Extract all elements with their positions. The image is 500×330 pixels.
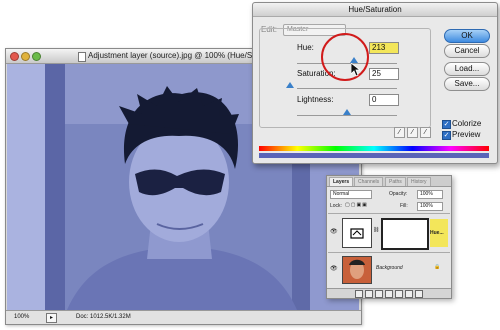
tab-history[interactable]: History bbox=[407, 177, 431, 186]
document-title: Adjustment layer (source).jpg @ 100% (Hu… bbox=[88, 51, 279, 60]
layer-row[interactable]: 👁 Background 🔒 bbox=[328, 252, 450, 287]
lightness-slider-track[interactable] bbox=[297, 115, 397, 116]
new-adjustment-icon[interactable] bbox=[395, 290, 403, 298]
layer-mask-thumbnail[interactable] bbox=[381, 218, 429, 250]
layer-row[interactable]: 👁 ⛓ Hue... bbox=[328, 213, 450, 252]
lock-label: Lock: bbox=[330, 203, 342, 209]
zoom-level[interactable]: 100% bbox=[14, 314, 29, 320]
fill-input[interactable]: 100% bbox=[417, 202, 443, 211]
minimize-window-icon[interactable] bbox=[21, 52, 30, 61]
mouse-cursor-icon bbox=[351, 63, 361, 77]
tab-channels[interactable]: Channels bbox=[354, 177, 384, 186]
save-button[interactable]: Save... bbox=[444, 77, 490, 91]
dialog-title[interactable]: Hue/Saturation bbox=[253, 3, 497, 17]
opacity-input[interactable]: 100% bbox=[417, 190, 443, 199]
saturation-slider-knob[interactable] bbox=[286, 82, 294, 88]
document-icon bbox=[78, 52, 86, 62]
eyedropper-icon[interactable]: ⁄ bbox=[394, 127, 405, 138]
layer-name[interactable]: Background bbox=[376, 265, 403, 271]
lightness-label: Lightness: bbox=[297, 95, 334, 104]
highlight-circle bbox=[321, 33, 369, 81]
palette-tabs: Layers Channels Paths History bbox=[327, 176, 451, 187]
new-layer-icon[interactable] bbox=[405, 290, 413, 298]
colorize-label: Colorize bbox=[452, 119, 482, 128]
lock-icon: 🔒 bbox=[434, 264, 441, 270]
lightness-input[interactable]: 0 bbox=[369, 94, 399, 106]
preview-label: Preview bbox=[452, 130, 481, 139]
window-controls bbox=[10, 52, 43, 63]
close-window-icon[interactable] bbox=[10, 52, 19, 61]
hue-input[interactable]: 213 bbox=[369, 42, 399, 54]
opacity-label: Opacity: bbox=[389, 191, 408, 197]
doc-size[interactable]: Doc: 1012.5K/1.32M bbox=[76, 314, 131, 320]
eyedropper-minus-icon[interactable]: ⁄ bbox=[420, 127, 431, 138]
hue-saturation-dialog: Hue/Saturation Edit: Master Hue: 213 Sat… bbox=[252, 2, 498, 164]
hue-label: Hue: bbox=[297, 43, 314, 52]
palette-toolbar bbox=[327, 288, 451, 298]
trash-icon[interactable] bbox=[415, 290, 423, 298]
add-mask-icon[interactable] bbox=[375, 290, 383, 298]
status-icon[interactable]: ▸ bbox=[46, 313, 57, 323]
status-bar: 100% ▸ Doc: 1012.5K/1.32M bbox=[6, 310, 361, 324]
ok-button[interactable]: OK bbox=[444, 29, 490, 43]
eye-icon[interactable]: 👁 bbox=[330, 265, 338, 272]
saturation-input[interactable]: 25 bbox=[369, 68, 399, 80]
tab-paths[interactable]: Paths bbox=[385, 177, 406, 186]
load-button[interactable]: Load... bbox=[444, 62, 490, 76]
fill-label: Fill: bbox=[400, 203, 408, 209]
result-spectrum-bar bbox=[259, 153, 489, 158]
zoom-window-icon[interactable] bbox=[32, 52, 41, 61]
adjustment-icon bbox=[342, 218, 372, 248]
new-group-icon[interactable] bbox=[385, 290, 393, 298]
saturation-slider-track[interactable] bbox=[297, 88, 397, 89]
layer-style-icon[interactable] bbox=[365, 290, 373, 298]
hue-spectrum-bar bbox=[259, 146, 489, 151]
link-layers-icon[interactable] bbox=[355, 290, 363, 298]
layer-name[interactable]: Hue... bbox=[430, 219, 448, 247]
preview-checkbox[interactable]: ✓ bbox=[442, 131, 451, 140]
tab-layers[interactable]: Layers bbox=[329, 177, 354, 186]
layers-palette: Layers Channels Paths History Normal Opa… bbox=[326, 175, 452, 299]
blend-mode-select[interactable]: Normal bbox=[330, 190, 372, 199]
layer-thumbnail bbox=[342, 256, 372, 284]
link-icon[interactable]: ⛓ bbox=[373, 227, 379, 233]
eyedropper-plus-icon[interactable]: ⁄ bbox=[407, 127, 418, 138]
lightness-slider-knob[interactable] bbox=[343, 109, 351, 115]
lock-icons[interactable]: ▢▢▣▣ bbox=[345, 202, 368, 208]
colorize-checkbox[interactable]: ✓ bbox=[442, 120, 451, 129]
eye-icon[interactable]: 👁 bbox=[330, 228, 338, 235]
cancel-button[interactable]: Cancel bbox=[444, 44, 490, 58]
